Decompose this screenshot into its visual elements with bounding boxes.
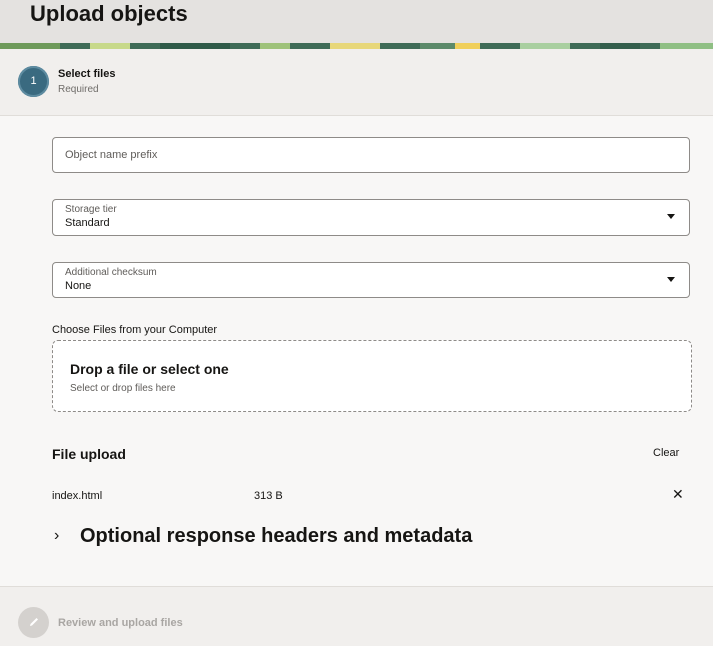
caret-down-icon xyxy=(667,277,675,282)
step-review-upload: Review and upload files xyxy=(0,586,713,646)
drop-zone-subtitle: Select or drop files here xyxy=(70,383,176,394)
step-title: Select files xyxy=(58,68,116,80)
page-header: Upload objects xyxy=(0,0,713,43)
additional-checksum-select[interactable]: Additional checksum None xyxy=(52,262,690,298)
file-upload-heading: File upload xyxy=(52,446,126,462)
step-status: Required xyxy=(58,84,99,95)
drop-zone-title: Drop a file or select one xyxy=(70,361,229,377)
object-name-prefix-placeholder: Object name prefix xyxy=(65,149,158,161)
pencil-icon xyxy=(18,607,49,638)
storage-tier-value: Standard xyxy=(65,217,110,229)
file-size: 313 B xyxy=(254,490,283,502)
clear-button[interactable]: Clear xyxy=(653,447,679,459)
chevron-right-icon[interactable]: › xyxy=(54,527,59,545)
additional-checksum-value: None xyxy=(65,280,92,292)
page-title: Upload objects xyxy=(30,1,188,26)
step-content: Object name prefix Storage tier Standard… xyxy=(0,116,713,586)
file-name: index.html xyxy=(52,490,103,502)
file-drop-zone[interactable]: Drop a file or select one Select or drop… xyxy=(52,340,692,412)
file-chooser-label: Choose Files from your Computer xyxy=(52,324,218,336)
step-select-files[interactable]: 1 Select files Required xyxy=(0,49,713,116)
step-number-badge: 1 xyxy=(18,66,49,97)
close-icon[interactable]: ✕ xyxy=(672,486,684,503)
step-title: Review and upload files xyxy=(58,617,183,629)
storage-tier-label: Storage tier xyxy=(65,204,117,215)
storage-tier-select[interactable]: Storage tier Standard xyxy=(52,199,690,236)
caret-down-icon xyxy=(667,214,675,219)
optional-headers-toggle[interactable]: Optional response headers and metadata xyxy=(80,525,472,548)
object-name-prefix-input[interactable]: Object name prefix xyxy=(52,137,690,173)
additional-checksum-label: Additional checksum xyxy=(65,267,157,278)
